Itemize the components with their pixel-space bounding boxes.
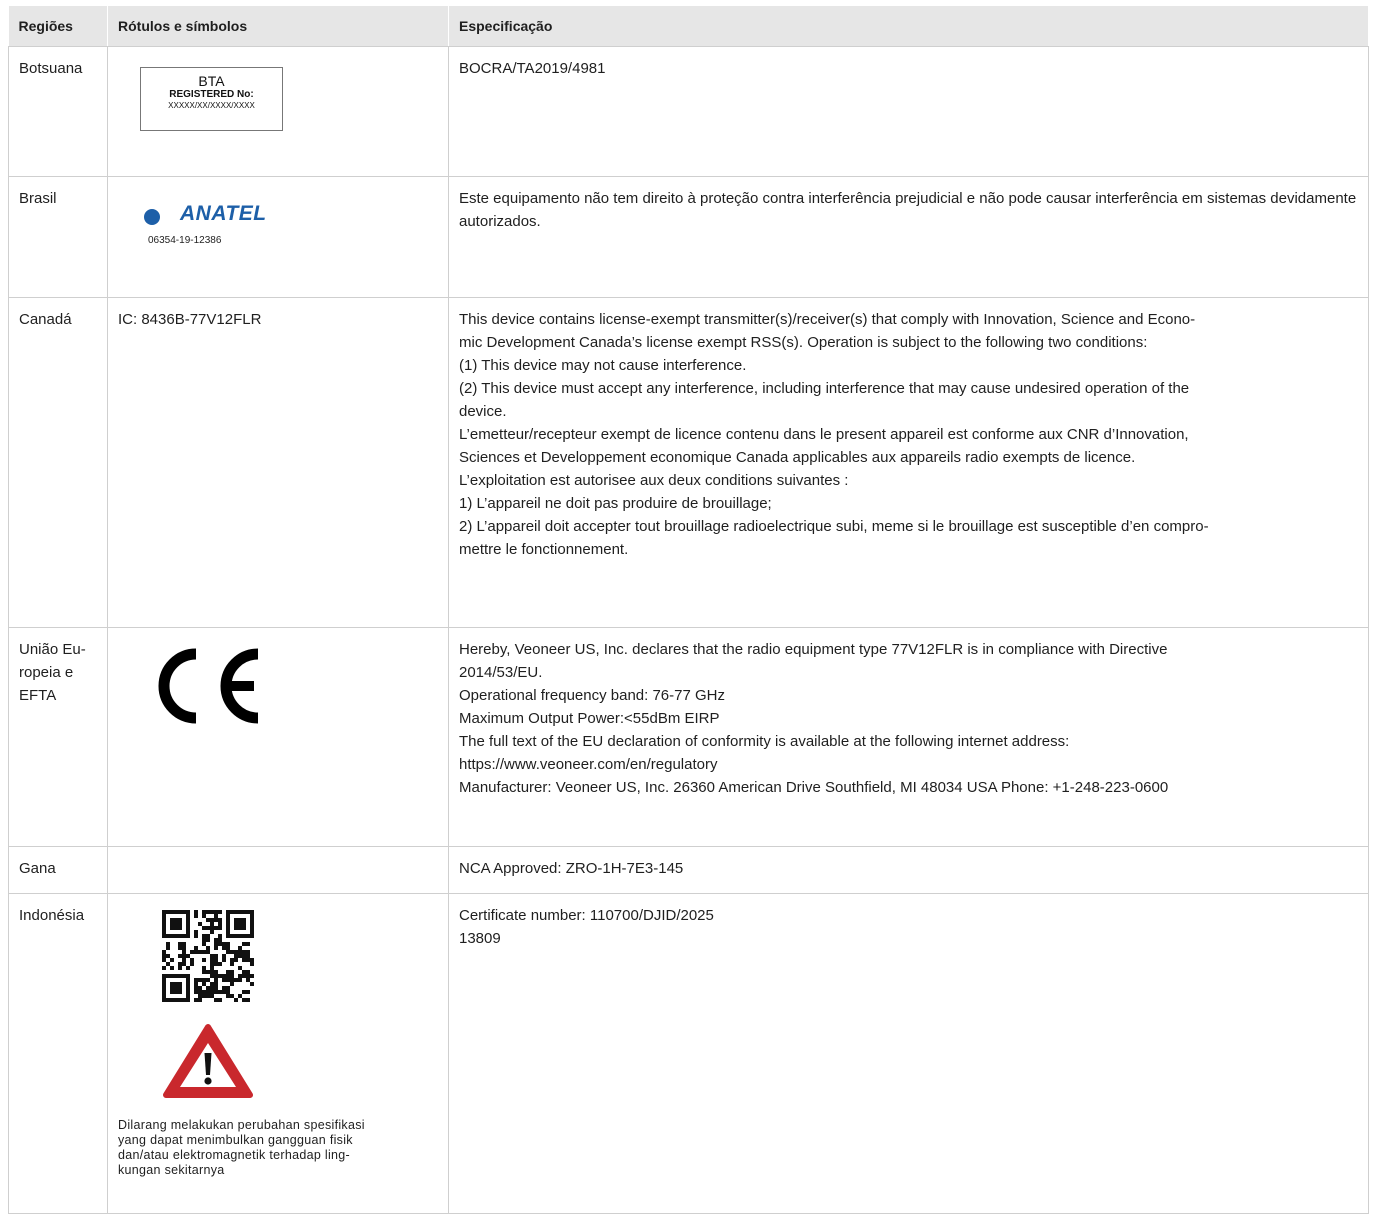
label-cell: BTA REGISTERED No: XXXXX/XX/XXXX/XXXX — [107, 46, 449, 177]
row-ghana: Gana NCA Approved: ZRO-1H-7E3-145 — [8, 846, 1369, 894]
label-cell: Dilarang melakukan perubahan spesifikasi… — [107, 893, 449, 1214]
bta-registered: REGISTERED No: — [169, 89, 254, 100]
spec-cell: NCA Approved: ZRO-1H-7E3-145 — [448, 846, 1369, 894]
region-cell: Gana — [8, 846, 108, 894]
table-header-row: Regiões Rótulos e símbolos Especificação — [8, 6, 1369, 47]
spec-line: 2) L’appareil doit accepter tout brouill… — [459, 518, 1209, 535]
anatel-logo-icon — [144, 197, 170, 229]
spec-line: Certificate number: 110700/DJID/2025 — [459, 907, 714, 924]
spec-cell: This device contains license-exempt tran… — [448, 297, 1369, 628]
label-cell: IC: 8436B-77V12FLR — [107, 297, 449, 628]
anatel-wordmark: ANATEL — [180, 201, 267, 225]
region-line: EFTA — [19, 687, 57, 704]
spec-line: 2014/53/EU. — [459, 664, 543, 681]
header-regions: Regiões — [8, 6, 108, 47]
spec-line: L’emetteur/recepteur exempt de licence c… — [459, 426, 1189, 443]
qr-code-icon — [162, 910, 254, 1002]
indonesia-warning-text: Dilarang melakukan perubahan spesifikasi… — [118, 1118, 438, 1178]
ce-mark — [158, 648, 438, 731]
spec-cell: BOCRA/TA2019/4981 — [448, 46, 1369, 177]
region-cell: Botsuana — [8, 46, 108, 177]
row-canada: Canadá IC: 8436B-77V12FLR This device co… — [8, 297, 1369, 628]
spec-line: 1) L’appareil ne doit pas produire de br… — [459, 495, 772, 512]
label-cell — [107, 846, 449, 894]
spec-cell: Certificate number: 110700/DJID/2025 138… — [448, 893, 1369, 1214]
anatel-logo: ANATEL — [140, 195, 280, 231]
row-botswana: Botsuana BTA REGISTERED No: XXXXX/XX/XXX… — [8, 46, 1369, 177]
warning-sign — [162, 1023, 438, 1106]
row-brazil: Brasil ANATEL 06354-19-12386 Este equipa… — [8, 176, 1369, 298]
spec-line: mettre le fonctionnement. — [459, 541, 629, 558]
spec-line: 13809 — [459, 930, 501, 947]
header-spec: Especificação — [448, 6, 1369, 47]
spec-cell: Este equipamento não tem direito à prote… — [448, 176, 1369, 298]
spec-line: Hereby, Veoneer US, Inc. declares that t… — [459, 641, 1168, 658]
spec-line: Manufacturer: Veoneer US, Inc. 26360 Ame… — [459, 779, 1169, 796]
region-cell: Indonésia — [8, 893, 108, 1214]
warning-text-line: Dilarang melakukan perubahan spesifikasi — [118, 1118, 365, 1132]
spec-line: (2) This device must accept any interfer… — [459, 380, 1190, 397]
anatel-label: ANATEL 06354-19-12386 — [140, 195, 280, 247]
region-cell: União Eu- ropeia e EFTA — [8, 627, 108, 847]
spec-line: (1) This device may not cause interferen… — [459, 357, 747, 374]
regulatory-page: Regiões Rótulos e símbolos Especificação… — [0, 0, 1375, 1214]
header-labels: Rótulos e símbolos — [107, 6, 449, 47]
spec-line: L’exploitation est autorisee aux deux co… — [459, 472, 849, 489]
label-cell: ANATEL 06354-19-12386 — [107, 176, 449, 298]
warning-text-line: dan/atau elektromagnetik terhadap ling- — [118, 1148, 350, 1162]
qr-code — [162, 910, 438, 1009]
spec-line: https://www.veoneer.com/en/regulatory — [459, 756, 718, 773]
spec-line: The full text of the EU declaration of c… — [459, 733, 1070, 750]
warning-triangle-icon — [163, 1024, 253, 1098]
region-line: ropeia e — [19, 664, 74, 681]
spec-line: Sciences et Developpement economique Can… — [459, 449, 1136, 466]
region-cell: Canadá — [8, 297, 108, 628]
label-cell — [107, 627, 449, 847]
anatel-number: 06354-19-12386 — [148, 235, 222, 246]
warning-text-line: yang dapat menimbulkan gangguan fisik — [118, 1133, 353, 1147]
spec-line: mic Development Canada’s license exempt … — [459, 334, 1148, 351]
spec-line: This device contains license-exempt tran… — [459, 311, 1196, 328]
bta-number: XXXXX/XX/XXXX/XXXX — [168, 101, 255, 110]
region-cell: Brasil — [8, 176, 108, 298]
spec-cell: Hereby, Veoneer US, Inc. declares that t… — [448, 627, 1369, 847]
spec-line: Operational frequency band: 76-77 GHz — [459, 687, 725, 704]
region-line: União Eu- — [19, 641, 86, 658]
regulatory-table: Regiões Rótulos e símbolos Especificação… — [8, 6, 1369, 1214]
warning-text-line: kungan sekitarnya — [118, 1163, 225, 1177]
row-eu-efta: União Eu- ropeia e EFTA Hereby, Veoneer … — [8, 627, 1369, 847]
bta-label: BTA REGISTERED No: XXXXX/XX/XXXX/XXXX — [140, 67, 283, 131]
spec-line: Maximum Output Power:<55dBm EIRP — [459, 710, 720, 727]
bta-title: BTA — [198, 73, 225, 89]
spec-line: device. — [459, 403, 507, 420]
ce-mark-icon — [158, 648, 259, 724]
row-indonesia: Indonésia Dilarang melakukan perubahan s… — [8, 893, 1369, 1214]
